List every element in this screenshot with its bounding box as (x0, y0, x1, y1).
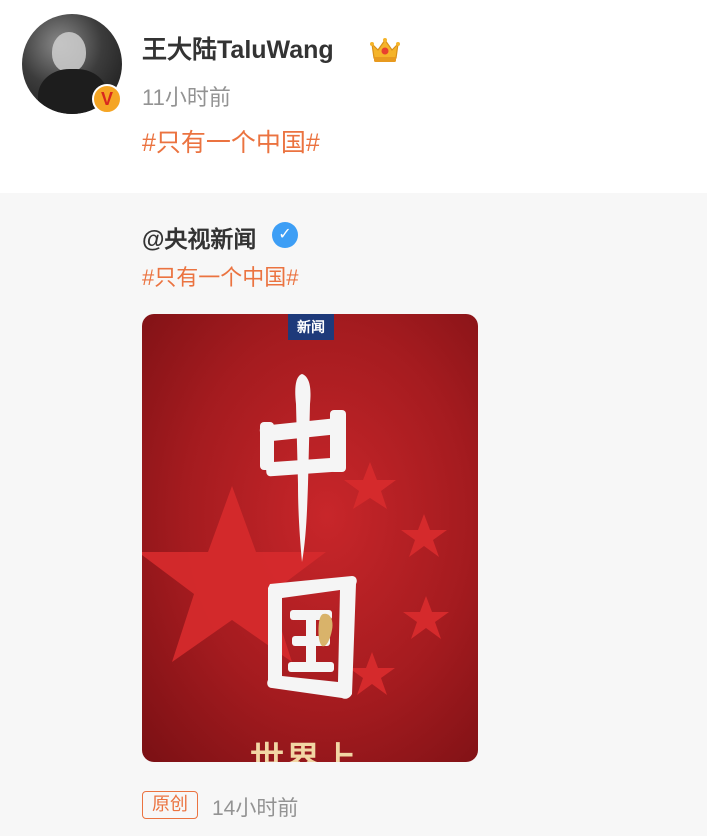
repost-hashtag-link[interactable]: #只有一个中国# (142, 260, 298, 292)
brush-character-guo (267, 576, 357, 699)
poster-artwork (142, 374, 449, 699)
post-header: V 王大陆TaluWang 11小时前 #只有一个中国# (0, 0, 707, 193)
post-image[interactable]: 新闻 世界上 (142, 314, 478, 762)
original-author[interactable]: @央视新闻 (142, 220, 256, 254)
avatar-face (52, 32, 86, 72)
poster-bottom-text: 世界上 (250, 741, 358, 762)
username[interactable]: 王大陆TaluWang (142, 30, 334, 66)
big-star-shape (142, 486, 326, 662)
gold-island-shape (318, 613, 333, 647)
post-time: 11小时前 (142, 85, 231, 110)
small-star-shape (403, 596, 449, 639)
blue-verified-icon: ✓ (272, 222, 298, 248)
small-star-shape (401, 514, 447, 557)
hashtag-link[interactable]: #只有一个中国# (142, 123, 320, 159)
small-star-shape (344, 462, 396, 509)
original-badge: 原创 (142, 791, 198, 819)
small-star-shape (349, 652, 395, 695)
verified-v-icon: V (92, 84, 122, 114)
news-label: 新闻 (288, 314, 334, 340)
brush-character-zhong (259, 374, 346, 562)
crown-icon (370, 38, 400, 62)
repost-time: 14小时前 (212, 797, 299, 820)
